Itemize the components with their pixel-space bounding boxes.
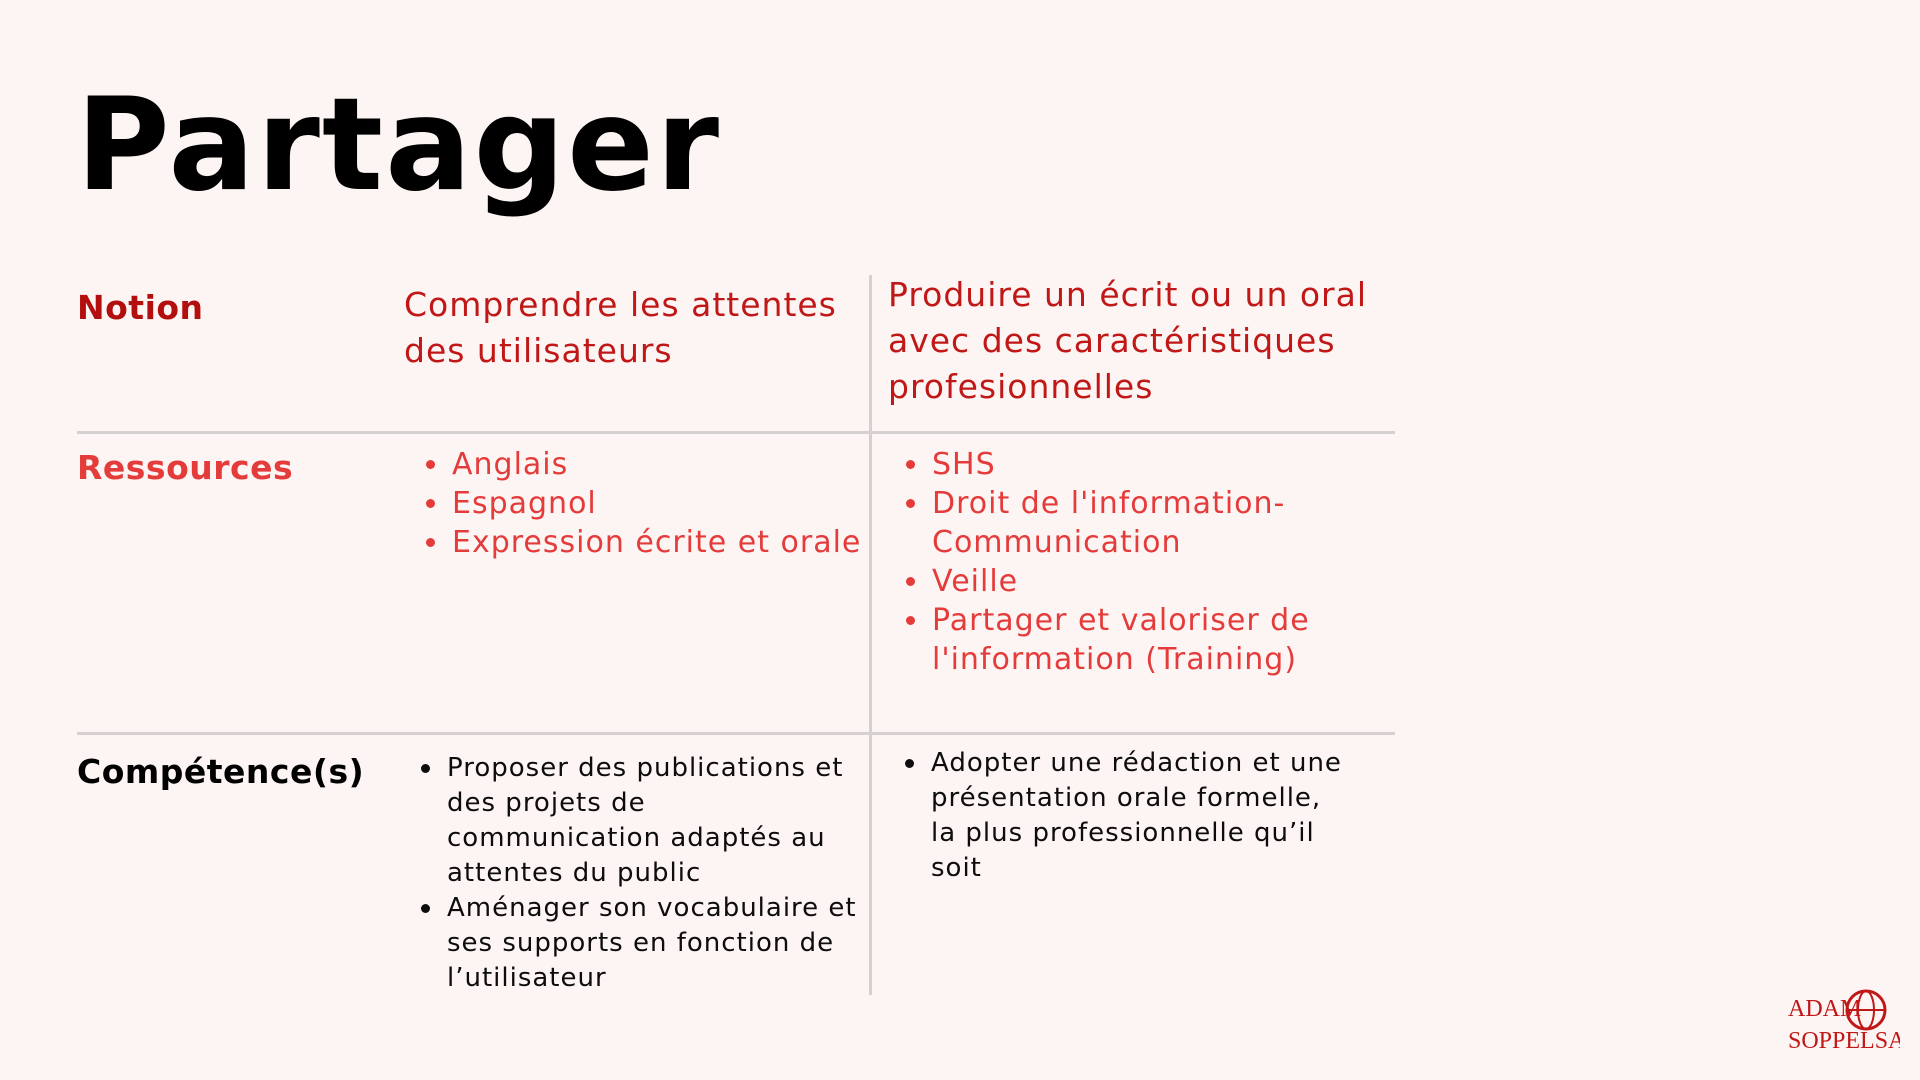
column-divider [869,275,872,995]
list-item: Expression écrite et orale [426,523,872,562]
notion-cell: Comprendre les attentes des utilisateurs [404,285,837,370]
skills-list: Proposer des publications et des projets… [421,751,867,996]
logo-line-1: ADAM [1788,996,1861,1022]
row-divider [77,431,1395,434]
row-label-skills: Compétence(s) [77,752,365,791]
list-item: Veille [906,562,1332,601]
brand-logo: ADAM SOPPELSA. [1788,989,1900,1054]
resources-list: SHS Droit de l'information-Communication… [906,445,1332,679]
row-label-notion: Notion [77,288,204,327]
list-item: Aménager son vocabulaire et ses supports… [421,891,867,996]
skills-list: Adopter une rédaction et une présentatio… [905,746,1351,886]
list-item: Proposer des publications et des projets… [421,751,867,891]
list-item: Adopter une rédaction et une présentatio… [905,746,1351,886]
list-item: Anglais [426,445,872,484]
list-item: SHS [906,445,1332,484]
row-label-resources: Ressources [77,448,294,487]
logo-line-2: SOPPELSA. [1788,1028,1900,1054]
list-item: Espagnol [426,484,872,523]
notion-cell: Produire un écrit ou un oral avec des ca… [888,275,1368,406]
row-divider [77,732,1395,735]
list-item: Droit de l'information-Communication [906,484,1332,562]
list-item: Partager et valoriser de l'information (… [906,601,1332,679]
slide-title: Partager [76,71,721,220]
resources-list: Anglais Espagnol Expression écrite et or… [426,445,872,562]
